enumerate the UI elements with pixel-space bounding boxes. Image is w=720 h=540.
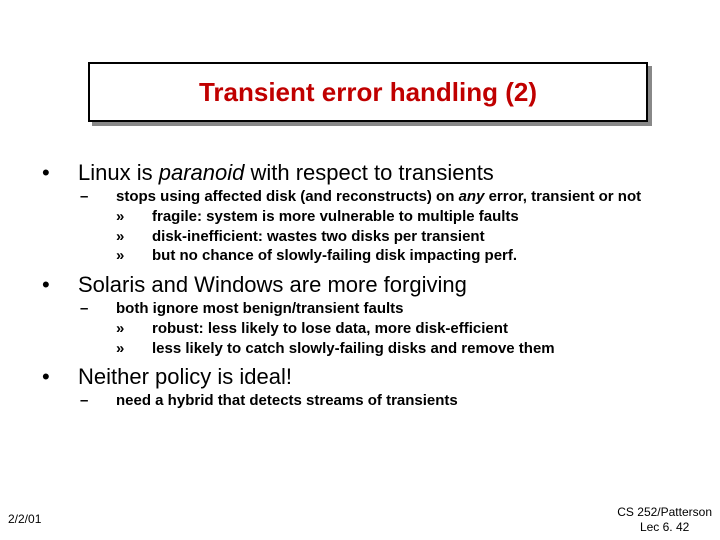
bullet-2-text: Solaris and Windows are more forgiving	[78, 272, 467, 297]
sub-3: –need a hybrid that detects streams of t…	[60, 392, 675, 411]
chevron-icon: »	[134, 208, 152, 227]
sub-2-text: both ignore most benign/transient faults	[116, 300, 404, 317]
bullet-2: •Solaris and Windows are more forgiving	[60, 272, 675, 298]
content-area: •Linux is paranoid with respect to trans…	[60, 160, 675, 412]
dash-icon: –	[98, 300, 116, 319]
bullet-1-italic: paranoid	[159, 160, 245, 185]
footer-right-line1: CS 252/Patterson	[617, 505, 712, 519]
subsub-5-text: less likely to catch slowly-failing disk…	[152, 340, 555, 357]
subsub-2: »disk-inefficient: wastes two disks per …	[60, 228, 675, 247]
bullet-1: •Linux is paranoid with respect to trans…	[60, 160, 675, 186]
sub-1-prefix: stops using affected disk (and reconstru…	[116, 188, 459, 205]
bullet-3-text: Neither policy is ideal!	[78, 364, 292, 389]
dash-icon: –	[98, 392, 116, 411]
subsub-1: »fragile: system is more vulnerable to m…	[60, 208, 675, 227]
subsub-5: »less likely to catch slowly-failing dis…	[60, 340, 675, 359]
title-box: Transient error handling (2)	[88, 62, 648, 122]
subsub-3: »but no chance of slowly-failing disk im…	[60, 247, 675, 266]
sub-1-italic: any	[459, 188, 485, 205]
footer-date: 2/2/01	[8, 512, 41, 526]
chevron-icon: »	[134, 320, 152, 339]
bullet-1-suffix: with respect to transients	[244, 160, 493, 185]
bullet-dot-icon: •	[60, 160, 78, 186]
bullet-dot-icon: •	[60, 364, 78, 390]
subsub-2-text: disk-inefficient: wastes two disks per t…	[152, 228, 485, 245]
dash-icon: –	[98, 188, 116, 207]
sub-3-text: need a hybrid that detects streams of tr…	[116, 392, 458, 409]
subsub-4-text: robust: less likely to lose data, more d…	[152, 320, 508, 337]
subsub-3-text: but no chance of slowly-failing disk imp…	[152, 247, 517, 264]
footer-right-line2: Lec 6. 42	[617, 520, 712, 534]
footer-course: CS 252/Patterson Lec 6. 42	[617, 505, 712, 534]
bullet-dot-icon: •	[60, 272, 78, 298]
subsub-4: »robust: less likely to lose data, more …	[60, 320, 675, 339]
sub-2: –both ignore most benign/transient fault…	[60, 300, 675, 319]
slide-title: Transient error handling (2)	[199, 77, 537, 108]
bullet-1-prefix: Linux is	[78, 160, 159, 185]
subsub-1-text: fragile: system is more vulnerable to mu…	[152, 208, 519, 225]
chevron-icon: »	[134, 247, 152, 266]
sub-1-suffix: error, transient or not	[484, 188, 641, 205]
chevron-icon: »	[134, 228, 152, 247]
sub-1: –stops using affected disk (and reconstr…	[60, 188, 675, 207]
bullet-3: •Neither policy is ideal!	[60, 364, 675, 390]
chevron-icon: »	[134, 340, 152, 359]
